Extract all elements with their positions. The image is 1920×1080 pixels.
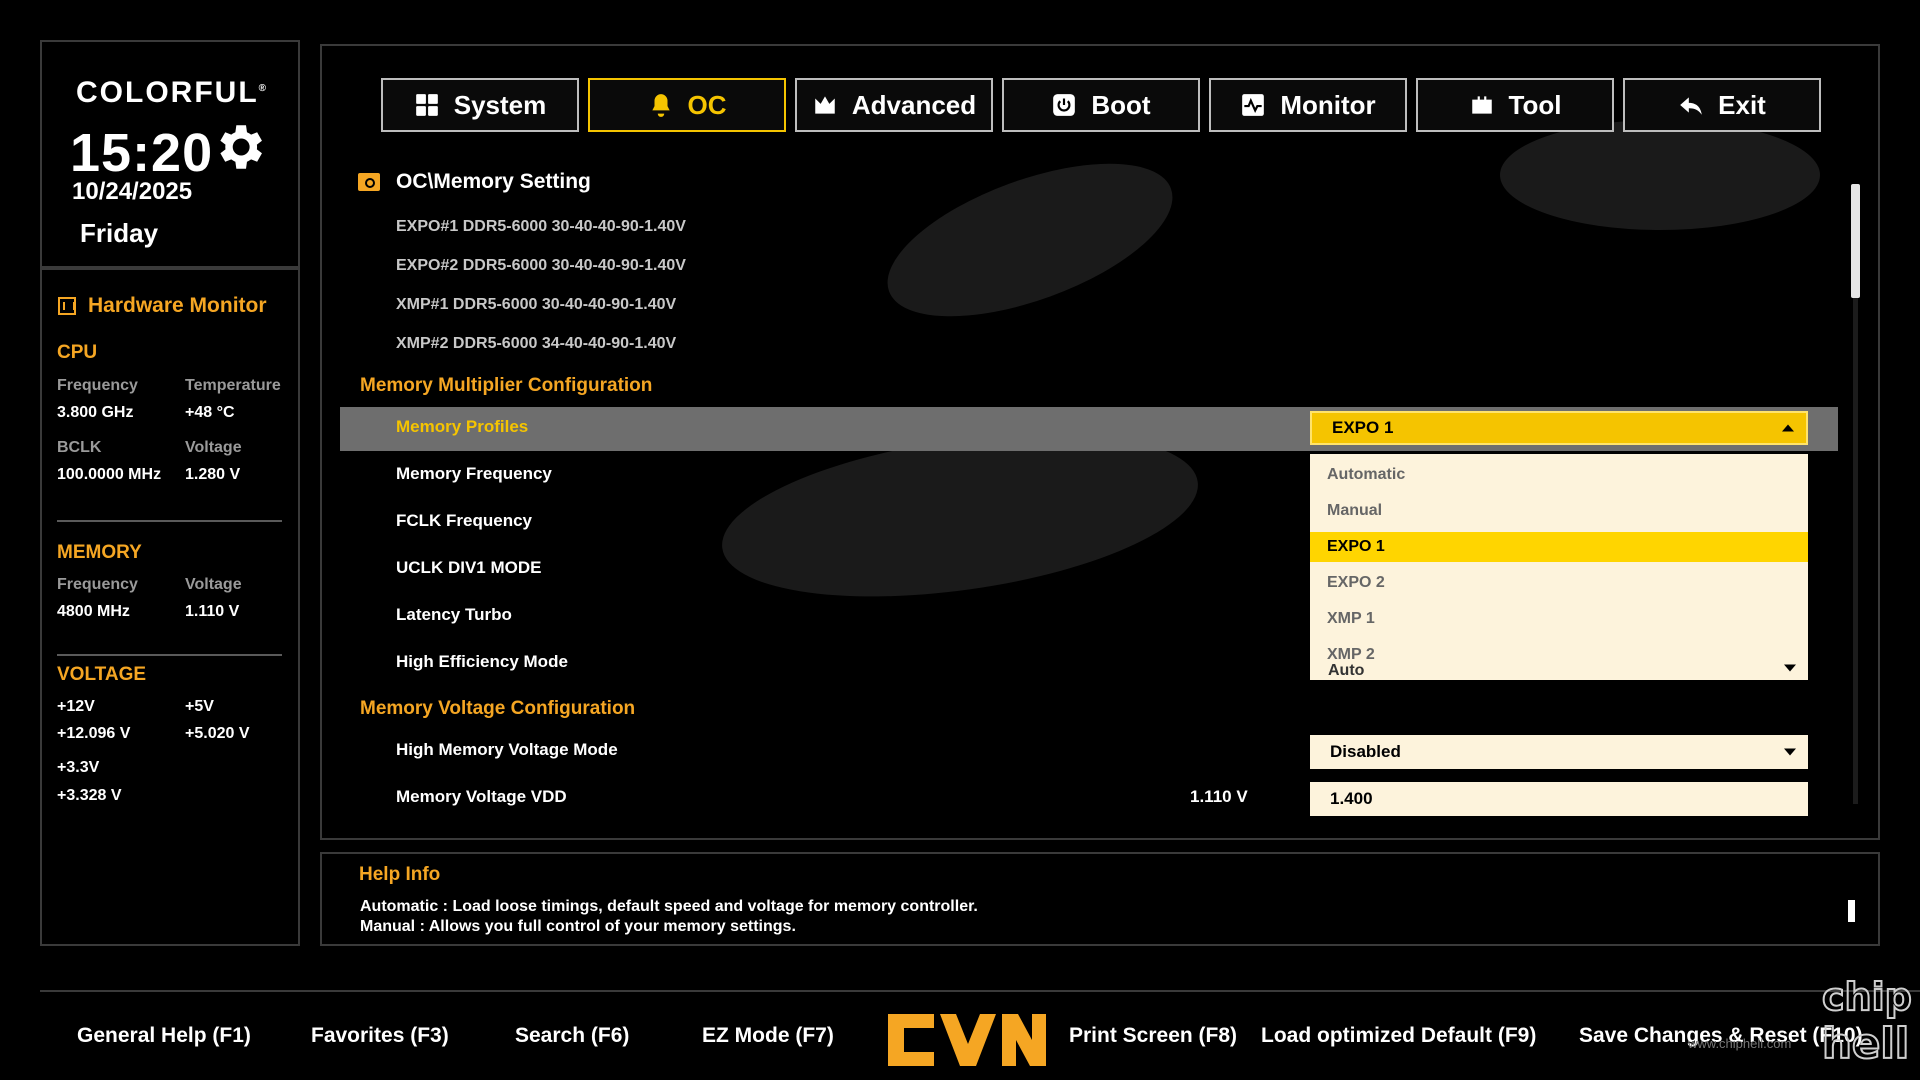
toolbox-icon <box>1471 96 1492 114</box>
svg-text:chip: chip <box>1822 975 1912 1019</box>
memory-voltage-vdd-input[interactable]: 1.400 <box>1310 782 1808 816</box>
tab-advanced[interactable]: Advanced <box>795 78 993 132</box>
v12-value: +12.096 V <box>57 725 131 742</box>
cvn-logo <box>888 1014 1046 1066</box>
tab-monitor[interactable]: Monitor <box>1209 78 1407 132</box>
tab-boot[interactable]: Boot <box>1002 78 1200 132</box>
brand-logo: COLORFUL® <box>76 76 269 109</box>
chevron-up-icon <box>1782 424 1794 432</box>
breadcrumb: OC\Memory Setting <box>358 170 591 194</box>
cpu-voltage-value: 1.280 V <box>185 466 241 483</box>
profile-info-line: XMP#1 DDR5-6000 30-40-40-90-1.40V <box>396 296 677 313</box>
dropdown-option-xmp2[interactable]: XMP 2 <box>1310 640 1808 670</box>
high-efficiency-mode-label[interactable]: High Efficiency Mode <box>396 652 568 672</box>
profile-info-line: EXPO#1 DDR5-6000 30-40-40-90-1.40V <box>396 218 686 235</box>
ez-mode-button[interactable]: EZ Mode (F7) <box>702 1024 834 1048</box>
cpu-section-title: CPU <box>57 342 98 363</box>
favorites-button[interactable]: Favorites (F3) <box>311 1024 449 1048</box>
profile-info-line: EXPO#2 DDR5-6000 30-40-40-90-1.40V <box>396 257 686 274</box>
tab-system[interactable]: System <box>381 78 579 132</box>
settings-gear-icon[interactable] <box>210 118 268 176</box>
chevron-down-icon <box>1784 748 1796 756</box>
cpu-temperature-value: +48 °C <box>185 404 235 421</box>
cpu-bclk-label: BCLK <box>57 439 102 456</box>
divider <box>57 520 282 522</box>
clock-weekday: Friday <box>80 218 159 248</box>
memory-frequency-label[interactable]: Memory Frequency <box>396 464 552 484</box>
dropdown-option-automatic[interactable]: Automatic <box>1310 460 1808 490</box>
v5-label: +5V <box>185 698 214 715</box>
cpu-voltage-label: Voltage <box>185 439 242 456</box>
memory-section-title: MEMORY <box>57 542 142 563</box>
v5-value: +5.020 V <box>185 725 250 742</box>
general-help-button[interactable]: General Help (F1) <box>77 1024 251 1048</box>
cpu-frequency-value: 3.800 GHz <box>57 404 134 421</box>
dropdown-option-xmp1[interactable]: XMP 1 <box>1310 604 1808 634</box>
search-button[interactable]: Search (F6) <box>515 1024 629 1048</box>
dropdown-option-expo1[interactable]: EXPO 1 <box>1310 532 1808 562</box>
high-memory-voltage-mode-select[interactable]: Disabled <box>1310 735 1808 769</box>
bell-icon <box>651 94 670 117</box>
memory-profiles-label[interactable]: Memory Profiles <box>396 417 528 437</box>
divider <box>57 654 282 656</box>
cpu-temperature-label: Temperature <box>185 377 281 394</box>
memory-profiles-dropdown[interactable]: Automatic Manual EXPO 1 EXPO 2 XMP 1 XMP… <box>1310 454 1808 680</box>
memory-multiplier-group-title: Memory Multiplier Configuration <box>360 375 653 396</box>
v33-label: +3.3V <box>57 759 100 776</box>
clock-time: 15:20 <box>70 123 214 183</box>
memory-voltage-vdd-current: 1.110 V <box>1190 787 1248 806</box>
back-arrow-icon <box>1680 97 1702 115</box>
dropdown-option-expo2[interactable]: EXPO 2 <box>1310 568 1808 598</box>
high-efficiency-mode-value: Auto <box>1328 662 1365 676</box>
cpu-bclk-value: 100.0000 MHz <box>57 466 162 483</box>
memory-profiles-select[interactable]: EXPO 1 <box>1310 411 1808 445</box>
voltage-section-title: VOLTAGE <box>57 664 147 685</box>
dropdown-option-manual[interactable]: Manual <box>1310 496 1808 526</box>
memory-frequency-label: Frequency <box>57 576 138 593</box>
hardware-monitor-title: Hardware Monitor <box>58 294 267 318</box>
help-scrollbar-thumb[interactable] <box>1848 900 1855 922</box>
chevron-down-icon <box>1784 664 1796 672</box>
grid-icon <box>415 94 438 116</box>
v12-label: +12V <box>57 698 95 715</box>
watermark-url: www.chiphell.com <box>1688 1036 1792 1051</box>
memory-voltage-vdd-label[interactable]: Memory Voltage VDD <box>396 787 567 807</box>
tab-exit[interactable]: Exit <box>1623 78 1821 132</box>
memory-voltage-group-title: Memory Voltage Configuration <box>360 698 636 719</box>
content-scrollbar-thumb[interactable] <box>1851 184 1860 298</box>
pulse-icon <box>1242 94 1265 116</box>
help-line: Manual : Allows you full control of your… <box>360 918 796 935</box>
v33-value: +3.328 V <box>57 787 122 804</box>
profile-info-line: XMP#2 DDR5-6000 34-40-40-90-1.40V <box>396 335 677 352</box>
memory-voltage-value: 1.110 V <box>185 603 240 620</box>
cpu-frequency-label: Frequency <box>57 377 138 394</box>
fclk-frequency-label[interactable]: FCLK Frequency <box>396 511 532 531</box>
help-line: Automatic : Load loose timings, default … <box>360 898 978 915</box>
svg-text:hell: hell <box>1822 1019 1909 1064</box>
crown-icon <box>815 96 835 114</box>
clock-date: 10/24/2025 <box>72 178 193 205</box>
tab-tool[interactable]: Tool <box>1416 78 1614 132</box>
power-icon <box>1053 94 1076 116</box>
help-title: Help Info <box>359 864 441 885</box>
print-screen-button[interactable]: Print Screen (F8) <box>1069 1024 1237 1048</box>
settings-folder-icon <box>358 173 380 191</box>
chiphell-watermark-logo: chip hell <box>1821 974 1913 1064</box>
uclk-div1-mode-label[interactable]: UCLK DIV1 MODE <box>396 558 541 578</box>
memory-frequency-value: 4800 MHz <box>57 603 130 620</box>
load-optimized-default-button[interactable]: Load optimized Default (F9) <box>1261 1024 1536 1048</box>
tab-oc[interactable]: OC <box>588 78 786 132</box>
monitor-chip-icon <box>58 297 76 315</box>
latency-turbo-label[interactable]: Latency Turbo <box>396 605 512 625</box>
high-memory-voltage-mode-label[interactable]: High Memory Voltage Mode <box>396 740 618 760</box>
memory-voltage-label: Voltage <box>185 576 242 593</box>
